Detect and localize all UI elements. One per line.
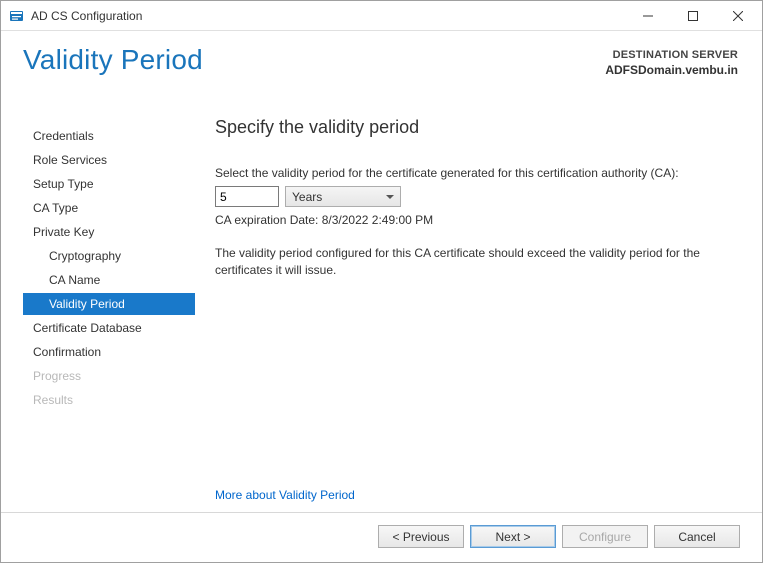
sidebar-item-confirmation[interactable]: Confirmation <box>23 341 195 363</box>
content-pane: Specify the validity period Select the v… <box>195 117 740 512</box>
sidebar-item-progress: Progress <box>23 365 195 387</box>
sidebar-item-role-services[interactable]: Role Services <box>23 149 195 171</box>
instruction-text: Select the validity period for the certi… <box>215 166 740 180</box>
previous-button[interactable]: < Previous <box>378 525 464 548</box>
validity-input-row: Years <box>215 186 740 207</box>
main-area: Credentials Role Services Setup Type CA … <box>1 117 762 512</box>
page-title: Validity Period <box>23 45 203 117</box>
app-icon <box>9 8 25 24</box>
next-button[interactable]: Next > <box>470 525 556 548</box>
titlebar: AD CS Configuration <box>1 1 762 31</box>
validity-unit-value: Years <box>285 186 401 207</box>
sidebar: Credentials Role Services Setup Type CA … <box>23 117 195 512</box>
sidebar-item-ca-name[interactable]: CA Name <box>23 269 195 291</box>
sidebar-item-setup-type[interactable]: Setup Type <box>23 173 195 195</box>
info-paragraph: The validity period configured for this … <box>215 245 715 279</box>
expiration-date-text: CA expiration Date: 8/3/2022 2:49:00 PM <box>215 213 740 227</box>
sidebar-item-cryptography[interactable]: Cryptography <box>23 245 195 267</box>
close-button[interactable] <box>715 2 760 30</box>
sidebar-item-private-key[interactable]: Private Key <box>23 221 195 243</box>
sidebar-item-credentials[interactable]: Credentials <box>23 125 195 147</box>
window-title: AD CS Configuration <box>31 9 142 23</box>
destination-value: ADFSDomain.vembu.in <box>605 63 738 77</box>
sidebar-item-validity-period[interactable]: Validity Period <box>23 293 195 315</box>
window-controls <box>625 2 760 30</box>
destination-block: DESTINATION SERVER ADFSDomain.vembu.in <box>605 45 738 117</box>
content-heading: Specify the validity period <box>215 117 740 138</box>
validity-value-input[interactable] <box>215 186 279 207</box>
sidebar-item-ca-type[interactable]: CA Type <box>23 197 195 219</box>
maximize-button[interactable] <box>670 2 715 30</box>
sidebar-item-certificate-database[interactable]: Certificate Database <box>23 317 195 339</box>
footer: < Previous Next > Configure Cancel <box>1 512 762 562</box>
header: Validity Period DESTINATION SERVER ADFSD… <box>1 31 762 117</box>
minimize-button[interactable] <box>625 2 670 30</box>
sidebar-item-results: Results <box>23 389 195 411</box>
validity-unit-select[interactable]: Years <box>285 186 401 207</box>
destination-label: DESTINATION SERVER <box>605 49 738 61</box>
configure-button: Configure <box>562 525 648 548</box>
more-about-link[interactable]: More about Validity Period <box>215 488 740 502</box>
cancel-button[interactable]: Cancel <box>654 525 740 548</box>
